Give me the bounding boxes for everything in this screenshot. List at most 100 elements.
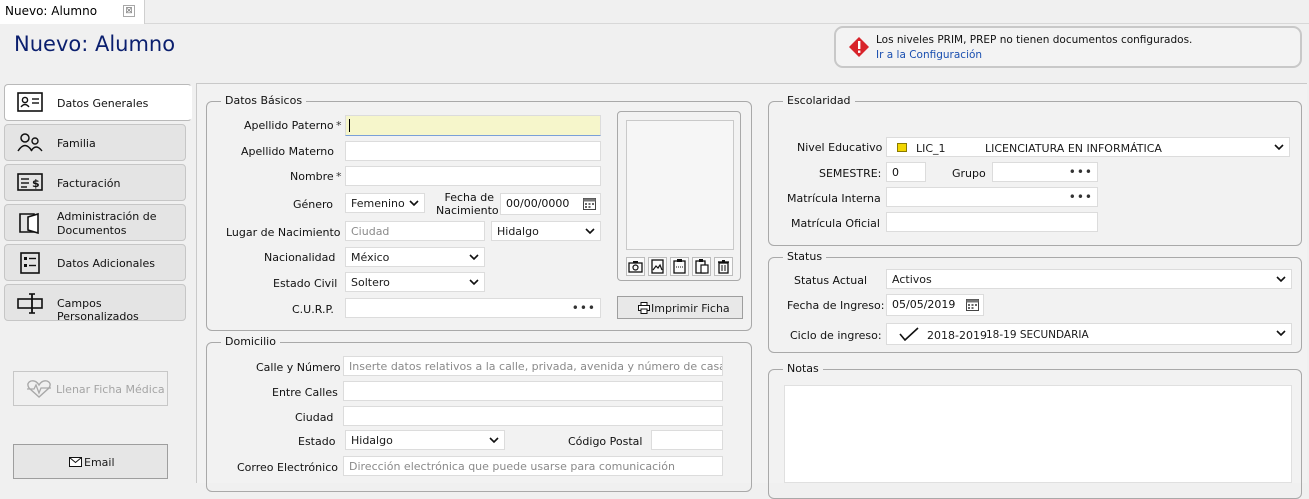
- photo-placeholder: [626, 120, 734, 250]
- paste-icon[interactable]: [692, 257, 711, 276]
- matricula-interna-input[interactable]: •••: [886, 187, 1098, 207]
- fecha-nacimiento-label: Fecha de: [444, 191, 495, 204]
- envelope-icon: [69, 457, 82, 467]
- more-options-icon[interactable]: •••: [1069, 165, 1093, 179]
- nav-label: Datos Generales: [57, 97, 149, 110]
- estado-civil-select[interactable]: Soltero: [345, 272, 485, 292]
- alert-message: Los niveles PRIM, PREP no tienen documen…: [876, 34, 1193, 46]
- matricula-oficial-label: Matrícula Oficial: [791, 217, 880, 230]
- fecha-nacimiento-value: 00/00/0000: [506, 197, 570, 210]
- nav-label-line2: Documentos: [57, 224, 127, 237]
- estado-label: Estado: [298, 435, 336, 448]
- group-title: Notas: [783, 362, 823, 375]
- nacionalidad-value: México: [351, 251, 390, 264]
- nivel-educativo-label: Nivel Educativo: [797, 141, 883, 154]
- custom-field-icon: [17, 292, 43, 314]
- nav-item-datos-generales[interactable]: Datos Generales: [4, 84, 192, 121]
- nav-label: Campos Personalizados: [57, 297, 139, 323]
- estado-value: Hidalgo: [497, 225, 539, 238]
- apellido-materno-label: Apellido Materno: [241, 145, 334, 158]
- nacionalidad-select[interactable]: México: [345, 247, 485, 267]
- calendar-icon[interactable]: [966, 298, 979, 311]
- calle-input[interactable]: Inserte datos relativos a la calle, priv…: [343, 356, 723, 376]
- crop-icon[interactable]: [670, 257, 689, 276]
- matricula-oficial-input[interactable]: [886, 212, 1098, 232]
- close-tab-icon[interactable]: ⊠: [123, 5, 135, 17]
- entre-calles-label: Entre Calles: [272, 386, 338, 399]
- camera-icon[interactable]: [626, 257, 645, 276]
- notas-textarea[interactable]: [784, 385, 1292, 483]
- nav-label: Administración de: [57, 210, 157, 223]
- status-actual-select[interactable]: Activos: [886, 269, 1292, 289]
- required-mark: *: [336, 170, 342, 183]
- semestre-input[interactable]: 0: [886, 162, 926, 182]
- people-icon: [17, 132, 43, 154]
- nav-item-datos-adicionales[interactable]: Datos Adicionales: [4, 244, 186, 281]
- heart-pulse-icon: [26, 379, 52, 399]
- medical-button-label: Llenar Ficha Médica: [56, 383, 165, 396]
- matricula-interna-label: Matrícula Interna: [787, 192, 881, 205]
- nivel-name: LICENCIATURA EN INFORMÁTICA: [985, 142, 1162, 155]
- lugar-nacimiento-estado-select[interactable]: Hidalgo: [491, 221, 601, 241]
- ciclo-ingreso-select[interactable]: 2018-2019 18-19 SECUNDARIA: [886, 323, 1292, 345]
- curp-input[interactable]: •••: [345, 298, 601, 318]
- fecha-ingreso-value: 05/05/2019: [892, 298, 956, 311]
- grupo-label: Grupo: [952, 167, 986, 180]
- chevron-down-icon: [489, 435, 499, 445]
- page-title: Nuevo: Alumno: [14, 32, 176, 56]
- estado-select[interactable]: Hidalgo: [345, 430, 505, 450]
- document-tab-strip: Nuevo: Alumno ⊠: [0, 0, 1309, 24]
- group-title: Datos Básicos: [221, 94, 307, 107]
- document-tab-label: Nuevo: Alumno: [5, 4, 98, 18]
- apellido-paterno-input[interactable]: [345, 115, 601, 136]
- codigo-postal-input[interactable]: [651, 430, 723, 450]
- apellido-materno-input[interactable]: [345, 141, 601, 161]
- configuration-link[interactable]: Ir a la Configuración: [876, 49, 982, 61]
- more-options-icon[interactable]: •••: [572, 301, 596, 315]
- nombre-input[interactable]: [345, 166, 601, 186]
- nivel-educativo-select[interactable]: LIC_1 LICENCIATURA EN INFORMÁTICA: [886, 137, 1290, 157]
- fecha-ingreso-label: Fecha de Ingreso:: [787, 299, 885, 312]
- estado-civil-label: Estado Civil: [273, 277, 338, 290]
- entre-calles-input[interactable]: [343, 381, 723, 401]
- ciudad-input[interactable]: [343, 406, 723, 426]
- status-actual-label: Status Actual: [794, 274, 868, 287]
- genero-select[interactable]: Femenino: [345, 193, 425, 213]
- trash-icon[interactable]: [714, 257, 733, 276]
- nav-item-administracion-documentos[interactable]: Administración de Documentos: [4, 204, 186, 241]
- image-icon[interactable]: [648, 257, 667, 276]
- group-title: Escolaridad: [783, 94, 855, 107]
- chevron-down-icon: [469, 277, 479, 287]
- nav-label: Datos Adicionales: [57, 257, 155, 270]
- more-options-icon[interactable]: •••: [1069, 190, 1093, 204]
- chevron-down-icon: [1276, 274, 1286, 284]
- correo-label: Correo Electrónico: [237, 461, 338, 474]
- calendar-icon[interactable]: [583, 197, 596, 210]
- lugar-nacimiento-input[interactable]: Ciudad: [345, 221, 485, 241]
- nombre-label: Nombre: [290, 170, 334, 183]
- print-record-button[interactable]: Imprimir Ficha: [617, 296, 743, 319]
- level-color-icon: [897, 143, 907, 152]
- codigo-postal-label: Código Postal: [568, 435, 643, 448]
- nav-item-campos-personalizados[interactable]: Campos Personalizados: [4, 284, 186, 323]
- printer-icon: [638, 302, 650, 314]
- nav-item-familia[interactable]: Familia: [4, 124, 186, 161]
- estado-civil-value: Soltero: [351, 276, 390, 289]
- correo-input[interactable]: Dirección electrónica que puede usarse p…: [343, 456, 723, 476]
- grupo-input[interactable]: •••: [992, 162, 1098, 182]
- nav-label: Familia: [57, 137, 96, 150]
- fecha-ingreso-input[interactable]: 05/05/2019: [886, 294, 984, 316]
- group-title: Status: [783, 250, 827, 263]
- email-button[interactable]: Email: [13, 444, 168, 479]
- svg-text:$: $: [32, 177, 40, 190]
- fill-medical-record-button[interactable]: Llenar Ficha Médica: [13, 371, 168, 406]
- fecha-nacimiento-input[interactable]: 00/00/0000: [500, 193, 601, 215]
- chevron-down-icon: [585, 226, 595, 236]
- text-cursor: [349, 119, 350, 132]
- nav-label: Facturación: [57, 177, 121, 190]
- checkmark-icon: [899, 327, 919, 341]
- photo-panel: [617, 111, 741, 281]
- nav-item-facturacion[interactable]: $ Facturación: [4, 164, 186, 201]
- ciclo-ingreso-label: Ciclo de ingreso:: [790, 329, 882, 342]
- document-tab[interactable]: Nuevo: Alumno ⊠: [0, 0, 145, 24]
